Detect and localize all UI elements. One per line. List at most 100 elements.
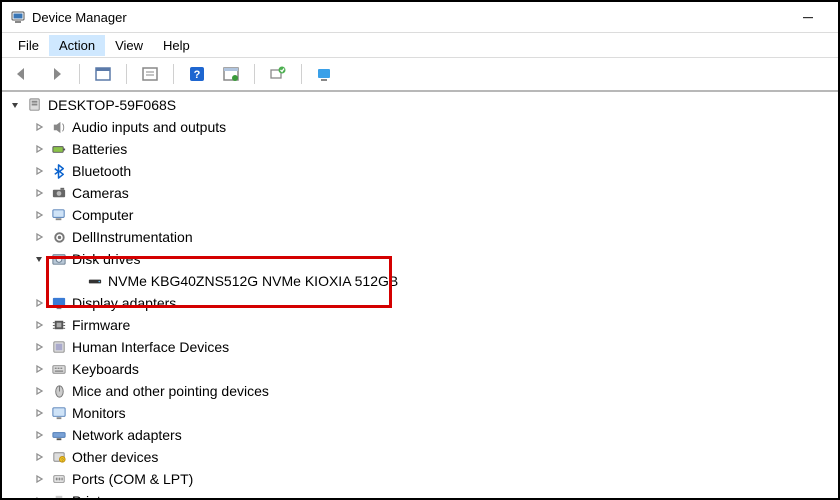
- expand-toggle[interactable]: [32, 230, 46, 244]
- monitor-icon: [50, 404, 68, 422]
- category-label: Audio inputs and outputs: [72, 116, 232, 138]
- expand-toggle[interactable]: [32, 142, 46, 156]
- category-audio[interactable]: Audio inputs and outputs: [4, 116, 838, 138]
- port-icon: [50, 470, 68, 488]
- device-manager-icon: [10, 9, 26, 25]
- menubar: File Action View Help: [2, 32, 838, 58]
- camera-icon: [50, 184, 68, 202]
- category-label: Disk drives: [72, 248, 146, 270]
- expand-toggle[interactable]: [32, 450, 46, 464]
- category-mouse[interactable]: Mice and other pointing devices: [4, 380, 838, 402]
- speaker-icon: [50, 118, 68, 136]
- expand-toggle[interactable]: [32, 340, 46, 354]
- device-label: NVMe KBG40ZNS512G NVMe KIOXIA 512GB: [108, 270, 404, 292]
- category-mon[interactable]: Monitors: [4, 402, 838, 424]
- category-label: Bluetooth: [72, 160, 137, 182]
- chip-icon: [50, 316, 68, 334]
- other-icon: ?: [50, 448, 68, 466]
- action-button[interactable]: [219, 62, 243, 86]
- category-batt[interactable]: Batteries: [4, 138, 838, 160]
- expand-toggle[interactable]: [32, 164, 46, 178]
- expand-toggle[interactable]: [32, 472, 46, 486]
- category-net[interactable]: Network adapters: [4, 424, 838, 446]
- category-label: Print queues: [72, 490, 157, 498]
- menu-view[interactable]: View: [105, 35, 153, 56]
- category-hid[interactable]: Human Interface Devices: [4, 336, 838, 358]
- device-tree[interactable]: DESKTOP-59F068SAudio inputs and outputsB…: [2, 92, 838, 498]
- category-print[interactable]: Print queues: [4, 490, 838, 498]
- expand-toggle[interactable]: [32, 384, 46, 398]
- battery-icon: [50, 140, 68, 158]
- expand-spacer: [68, 274, 82, 288]
- category-label: Network adapters: [72, 424, 188, 446]
- expand-toggle[interactable]: [32, 120, 46, 134]
- toolbar: ?: [2, 58, 838, 92]
- expand-toggle[interactable]: [32, 428, 46, 442]
- mouse-icon: [50, 382, 68, 400]
- expand-toggle[interactable]: [32, 406, 46, 420]
- menu-action[interactable]: Action: [49, 35, 105, 56]
- category-label: Cameras: [72, 182, 135, 204]
- minimize-button[interactable]: [788, 3, 828, 31]
- category-label: Mice and other pointing devices: [72, 380, 275, 402]
- printer-icon: [50, 492, 68, 498]
- category-label: DellInstrumentation: [72, 226, 199, 248]
- network-icon: [50, 426, 68, 444]
- svg-text:?: ?: [194, 69, 201, 81]
- back-button[interactable]: [10, 62, 34, 86]
- show-hide-console-button[interactable]: [91, 62, 115, 86]
- category-comp[interactable]: Computer: [4, 204, 838, 226]
- properties-button[interactable]: [138, 62, 162, 86]
- expand-toggle[interactable]: [32, 494, 46, 498]
- toolbar-separator: [79, 64, 80, 84]
- scan-hardware-button[interactable]: [266, 62, 290, 86]
- disk-icon: [50, 250, 68, 268]
- category-label: Firmware: [72, 314, 136, 336]
- expand-toggle[interactable]: [32, 318, 46, 332]
- category-disp[interactable]: Display adapters: [4, 292, 838, 314]
- toolbar-separator: [254, 64, 255, 84]
- toolbar-separator: [173, 64, 174, 84]
- svg-text:?: ?: [61, 458, 64, 463]
- forward-button[interactable]: [44, 62, 68, 86]
- expand-toggle[interactable]: [32, 362, 46, 376]
- device-nvme[interactable]: NVMe KBG40ZNS512G NVMe KIOXIA 512GB: [4, 270, 838, 292]
- expand-toggle[interactable]: [32, 186, 46, 200]
- expand-toggle[interactable]: [32, 208, 46, 222]
- keyboard-icon: [50, 360, 68, 378]
- category-fw[interactable]: Firmware: [4, 314, 838, 336]
- category-label: Ports (COM & LPT): [72, 468, 199, 490]
- hid-icon: [50, 338, 68, 356]
- tree-root[interactable]: DESKTOP-59F068S: [4, 94, 838, 116]
- drive-icon: [86, 272, 104, 290]
- category-label: Batteries: [72, 138, 133, 160]
- root-label: DESKTOP-59F068S: [48, 94, 182, 116]
- category-label: Human Interface Devices: [72, 336, 235, 358]
- titlebar: Device Manager: [2, 2, 838, 32]
- gear-icon: [50, 228, 68, 246]
- display-icon: [50, 294, 68, 312]
- window-controls: [788, 3, 830, 31]
- category-dell[interactable]: DellInstrumentation: [4, 226, 838, 248]
- expand-toggle[interactable]: [32, 296, 46, 310]
- category-kbd[interactable]: Keyboards: [4, 358, 838, 380]
- category-cam[interactable]: Cameras: [4, 182, 838, 204]
- menu-help[interactable]: Help: [153, 35, 200, 56]
- bluetooth-icon: [50, 162, 68, 180]
- help-button[interactable]: ?: [185, 62, 209, 86]
- add-hardware-button[interactable]: [313, 62, 337, 86]
- category-bt[interactable]: Bluetooth: [4, 160, 838, 182]
- window-title: Device Manager: [32, 10, 127, 25]
- category-disk[interactable]: Disk drives: [4, 248, 838, 270]
- expand-toggle[interactable]: [32, 252, 46, 266]
- expand-toggle[interactable]: [8, 98, 22, 112]
- menu-file[interactable]: File: [8, 35, 49, 56]
- pc-icon: [26, 96, 44, 114]
- computer-icon: [50, 206, 68, 224]
- category-label: Other devices: [72, 446, 164, 468]
- toolbar-separator: [301, 64, 302, 84]
- category-other[interactable]: ? Other devices: [4, 446, 838, 468]
- toolbar-separator: [126, 64, 127, 84]
- category-label: Monitors: [72, 402, 132, 424]
- category-ports[interactable]: Ports (COM & LPT): [4, 468, 838, 490]
